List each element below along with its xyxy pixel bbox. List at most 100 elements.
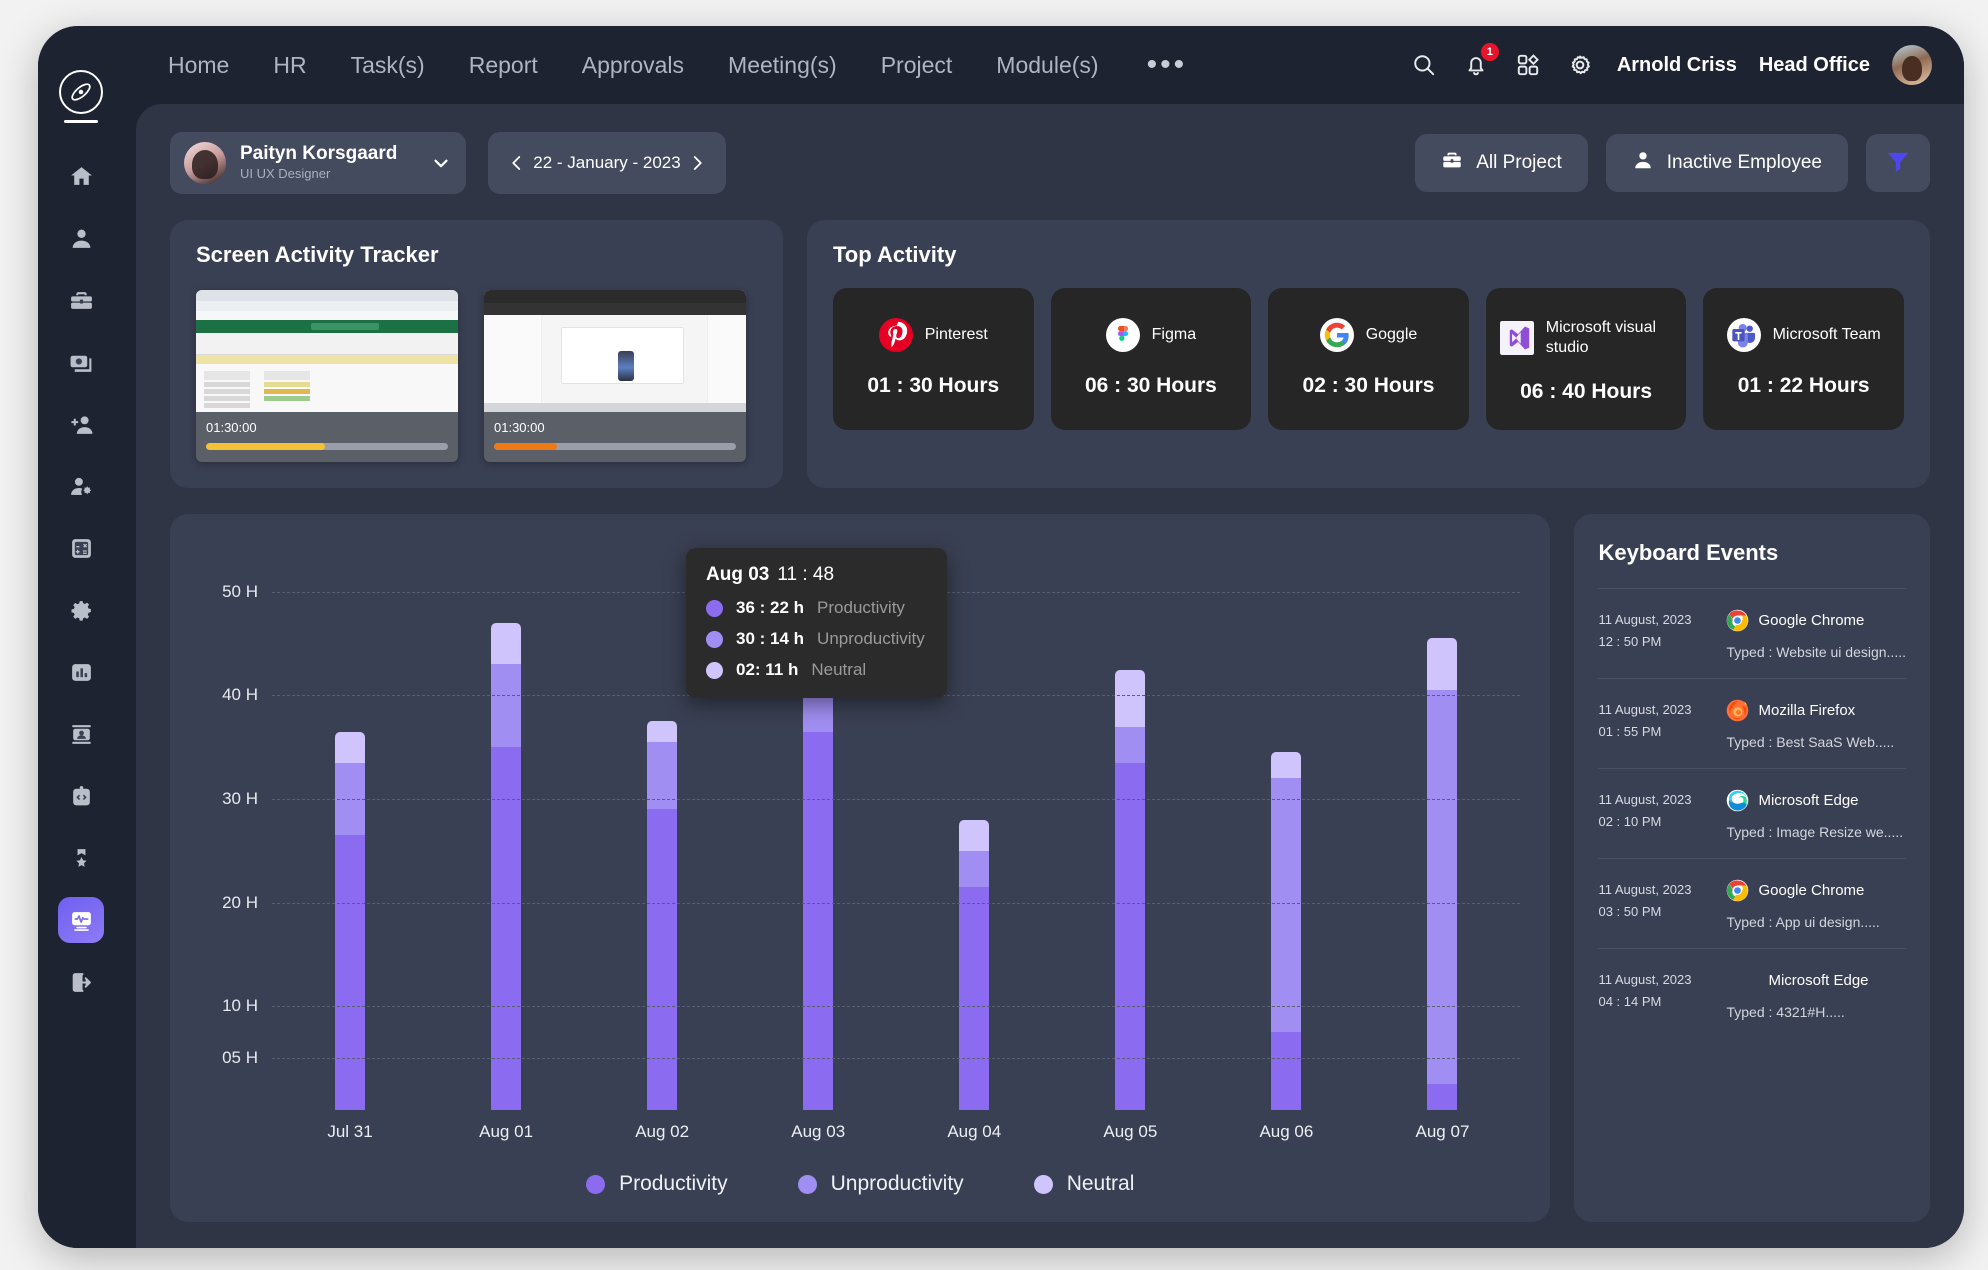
menu-item-tasks[interactable]: Task(s) xyxy=(329,52,447,79)
screenshot-progress-fill xyxy=(206,443,325,450)
screenshot-item[interactable]: 01:30:00 xyxy=(484,290,746,462)
menu-item-home[interactable]: Home xyxy=(146,52,251,79)
x-axis-tick: Aug 04 xyxy=(947,1122,1002,1141)
google-icon xyxy=(1319,318,1354,352)
keyboard-event-date: 11 August, 2023 xyxy=(1598,702,1692,717)
app-card-figma[interactable]: Figma 06 : 30 Hours xyxy=(1050,288,1252,430)
x-axis-tick: Aug 05 xyxy=(1103,1122,1158,1141)
tooltip-value: 02: 11 h xyxy=(736,660,799,679)
inactive-employee-button[interactable]: Inactive Employee xyxy=(1605,134,1848,192)
bar-segment-neutral xyxy=(1427,638,1458,691)
menu-item-approvals[interactable]: Approvals xyxy=(560,52,706,79)
sidebar-item-calculator[interactable] xyxy=(58,525,104,571)
tooltip-date: Aug 03 xyxy=(706,564,770,585)
app-card-microsoft-team[interactable]: Microsoft Team 01 : 22 Hours xyxy=(1703,288,1904,430)
keyboard-event-detail: Google Chrome Typed : Website ui design..… xyxy=(1726,609,1906,660)
keyboard-event-app-name: Mozilla Firefox xyxy=(1758,702,1856,719)
next-date-icon[interactable] xyxy=(688,154,706,172)
avatar[interactable] xyxy=(1892,45,1932,85)
menu-item-project[interactable]: Project xyxy=(859,52,975,79)
sidebar xyxy=(38,26,124,1248)
keyboard-event-app-name: Google Chrome xyxy=(1758,882,1865,899)
app-name: Figma xyxy=(1151,326,1197,343)
menu-item-modules[interactable]: Module(s) xyxy=(974,52,1120,79)
keyboard-event-date: 11 August, 2023 xyxy=(1598,882,1692,897)
bar-segment-neutral xyxy=(335,731,366,763)
keyboard-event-timestamp: 11 August, 2023 02 : 10 PM xyxy=(1598,789,1716,833)
apps-grid-icon[interactable] xyxy=(1513,50,1543,80)
app-name: Pinterest xyxy=(924,326,988,343)
sidebar-item-home[interactable] xyxy=(58,153,104,199)
all-project-label: All Project xyxy=(1476,152,1562,173)
sidebar-item-user-settings[interactable] xyxy=(58,463,104,509)
sidebar-item-settings[interactable] xyxy=(58,587,104,633)
chart-tooltip: Aug 03 11 : 48 36 : 22 h Productivity 30 … xyxy=(686,548,947,698)
screenshot-meta: 01:30:00 xyxy=(484,412,746,462)
chrome-icon xyxy=(1726,609,1749,632)
bar-segment-productivity xyxy=(1427,1084,1458,1110)
chart-bar-column[interactable] xyxy=(1052,540,1208,1110)
sidebar-item-add-user[interactable] xyxy=(58,401,104,447)
all-project-button[interactable]: All Project xyxy=(1415,134,1588,192)
chart-legend: Productivity Unproductivity Neutral xyxy=(200,1172,1520,1206)
chart-bar-column[interactable] xyxy=(428,540,584,1110)
sidebar-item-awards[interactable] xyxy=(58,835,104,881)
app-card-pinterest[interactable]: Pinterest 01 : 30 Hours xyxy=(833,288,1034,430)
date-value: 22 - January - 2023 xyxy=(533,153,681,172)
keyboard-event-row[interactable]: 11 August, 2023 01 : 55 PM Mozilla Firefox… xyxy=(1598,678,1906,768)
legend-item-neutral[interactable]: Neutral xyxy=(1033,1172,1134,1196)
legend-item-unproductivity[interactable]: Unproductivity xyxy=(797,1172,964,1196)
keyboard-event-row[interactable]: 11 August, 2023 12 : 50 PM Google Chrome Ty… xyxy=(1598,588,1906,678)
sidebar-item-activity-monitor[interactable] xyxy=(58,897,104,943)
screenshot-item[interactable]: 01:30:00 xyxy=(196,290,458,462)
menu-item-meetings[interactable]: Meeting(s) xyxy=(706,52,859,79)
chevron-down-icon[interactable] xyxy=(430,152,452,174)
menu-item-report[interactable]: Report xyxy=(447,52,560,79)
keyboard-event-row[interactable]: 11 August, 2023 03 : 50 PM Google Chrome Ty… xyxy=(1598,858,1906,948)
sidebar-item-payroll[interactable] xyxy=(58,339,104,385)
app-hours: 06 : 30 Hours xyxy=(1084,374,1217,397)
sidebar-item-id-card[interactable] xyxy=(58,711,104,757)
bell-icon[interactable]: 1 xyxy=(1461,43,1499,80)
sidebar-item-logout[interactable] xyxy=(58,959,104,1005)
filter-bar: Paityn Korsgaard UI UX Designer 22 - Jan… xyxy=(170,132,1930,194)
chart-bar-column[interactable] xyxy=(1364,540,1520,1110)
sidebar-item-code-clipboard[interactable] xyxy=(58,773,104,819)
sidebar-item-reports[interactable] xyxy=(58,649,104,695)
tooltip-time: 11 : 48 xyxy=(777,564,835,585)
sidebar-item-user[interactable] xyxy=(58,215,104,261)
app-card-visual-studio[interactable]: Microsoft visual studio 06 : 40 Hours xyxy=(1485,288,1687,430)
chart-bar-column[interactable] xyxy=(272,540,428,1110)
employee-select[interactable]: Paityn Korsgaard UI UX Designer xyxy=(170,132,466,194)
gear-icon[interactable] xyxy=(1565,50,1595,80)
bar-segment-neutral xyxy=(491,622,522,665)
productivity-chart-card: 50 H 40 H 30 H 20 H 10 H 05 H Aug 03 11 : 48 3… xyxy=(170,514,1551,1222)
topbar-menu: Home HR Task(s) Report Approvals Meeting… xyxy=(146,50,1213,80)
tooltip-row: 36 : 22 h Productivity xyxy=(706,598,925,618)
keyboard-event-row[interactable]: 11 August, 2023 04 : 14 PM Microsoft Edge T… xyxy=(1598,948,1906,1038)
filter-button[interactable] xyxy=(1866,134,1930,192)
sidebar-item-briefcase[interactable] xyxy=(58,277,104,323)
keyboard-event-row[interactable]: 11 August, 2023 02 : 10 PM Microsoft Edge T… xyxy=(1598,768,1906,858)
legend-item-productivity[interactable]: Productivity xyxy=(586,1172,728,1196)
grid-line xyxy=(272,799,1521,801)
chart-bar-column[interactable] xyxy=(1208,540,1364,1110)
screenshot-progress-fill xyxy=(494,443,557,450)
search-icon[interactable] xyxy=(1409,50,1439,80)
app-hours: 06 : 40 Hours xyxy=(1520,380,1653,403)
visual-studio-icon xyxy=(1499,321,1534,355)
filter-actions: All Project Inactive Employee xyxy=(1415,134,1930,192)
menu-more-icon[interactable]: ••• xyxy=(1121,50,1214,80)
app-card-google[interactable]: Goggle 02 : 30 Hours xyxy=(1268,288,1469,430)
grid-line xyxy=(272,1006,1521,1008)
menu-item-hr[interactable]: HR xyxy=(251,52,328,79)
topbar-user-name[interactable]: Arnold Criss xyxy=(1617,54,1737,77)
keyboard-event-time: 01 : 55 PM xyxy=(1598,724,1662,740)
keyboard-event-date: 11 August, 2023 xyxy=(1598,792,1692,807)
keyboard-events-list: 11 August, 2023 12 : 50 PM Google Chrome Ty… xyxy=(1598,588,1906,1212)
sidebar-nav xyxy=(58,153,104,1005)
topbar-office[interactable]: Head Office xyxy=(1759,54,1870,77)
chrome-icon xyxy=(1726,879,1749,902)
legend-dot xyxy=(1033,1174,1053,1194)
prev-date-icon[interactable] xyxy=(508,154,526,172)
